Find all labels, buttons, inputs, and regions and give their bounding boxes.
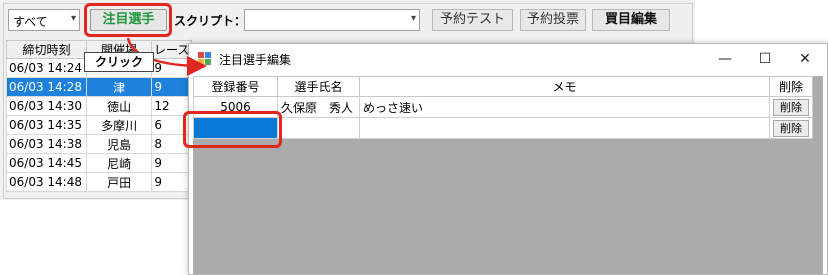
click-callout: クリック (84, 52, 154, 72)
annotation-arrow (126, 37, 207, 76)
